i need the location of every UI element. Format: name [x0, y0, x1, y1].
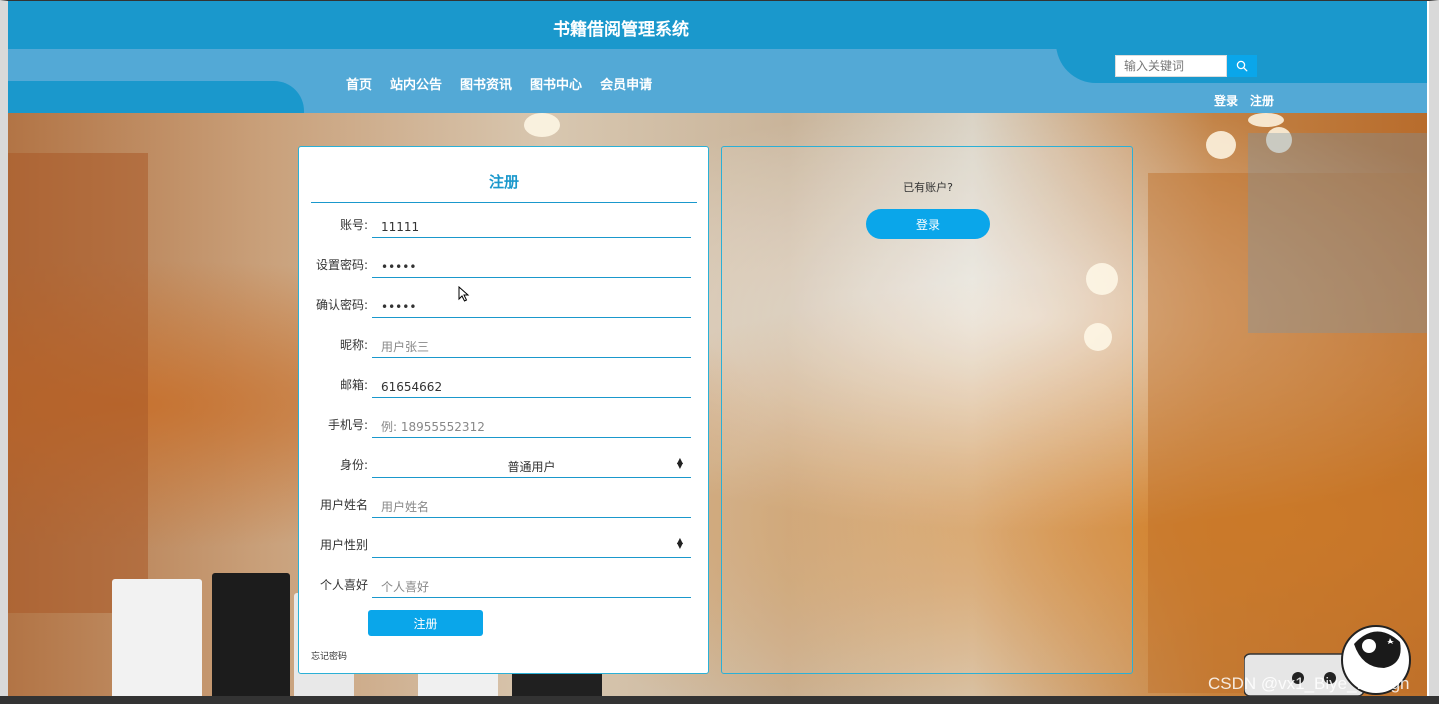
- confirm-password-input[interactable]: [372, 288, 691, 318]
- form-row-identity: 身份: 普通用户 ▲ ▼: [299, 448, 710, 488]
- search-input[interactable]: [1115, 55, 1227, 77]
- form-row-password: 设置密码:: [299, 248, 710, 288]
- gender-label: 用户性别: [319, 538, 368, 552]
- email-label: 邮箱:: [339, 378, 368, 392]
- search-box: [1115, 55, 1257, 77]
- site-title: 书籍借阅管理系统: [553, 20, 689, 40]
- password-input[interactable]: [372, 248, 691, 278]
- register-button[interactable]: 注册: [368, 610, 483, 636]
- header-register-link[interactable]: 注册: [1250, 92, 1274, 109]
- identity-label: 身份:: [339, 458, 368, 472]
- hobby-input[interactable]: [372, 568, 691, 598]
- header-top-bar: 书籍借阅管理系统: [8, 1, 1427, 49]
- nickname-input[interactable]: [372, 328, 691, 358]
- bokeh-light: [1206, 131, 1236, 159]
- form-row-gender: 用户性别 ▲ ▼: [299, 528, 710, 568]
- auth-links: 登录 注册: [1214, 92, 1274, 109]
- register-title: 注册: [311, 171, 697, 203]
- confirm-password-label: 确认密码:: [315, 298, 368, 312]
- nav-book-news[interactable]: 图书资讯: [460, 74, 512, 93]
- window-bottom-bar: [0, 696, 1439, 704]
- have-account-prompt: 已有账户?: [903, 181, 953, 194]
- forgot-password-link[interactable]: 忘记密码: [311, 649, 347, 662]
- real-name-label: 用户姓名: [319, 498, 368, 512]
- gender-select[interactable]: ▲ ▼: [372, 528, 691, 558]
- mouse-cursor-icon: [458, 286, 470, 302]
- phone-label: 手机号:: [327, 418, 368, 432]
- header-login-link[interactable]: 登录: [1214, 92, 1238, 109]
- main-nav: 首页 站内公告 图书资讯 图书中心 会员申请: [346, 74, 652, 93]
- phone-input[interactable]: [372, 408, 691, 438]
- form-row-hobby: 个人喜好: [299, 568, 710, 608]
- bokeh-light: [524, 113, 560, 137]
- form-row-real-name: 用户姓名: [299, 488, 710, 528]
- form-row-phone: 手机号:: [299, 408, 710, 448]
- search-icon: [1236, 60, 1248, 72]
- form-row-nickname: 昵称:: [299, 328, 710, 368]
- login-panel: 已有账户? 登录: [721, 146, 1133, 674]
- identity-selected-value: 普通用户: [507, 460, 556, 474]
- bookshelf-left: [8, 153, 148, 613]
- nav-announcements[interactable]: 站内公告: [390, 74, 442, 93]
- nav-book-center[interactable]: 图书中心: [530, 74, 582, 93]
- form-row-confirm-password: 确认密码:: [299, 288, 710, 328]
- background-library-photo: [8, 113, 1427, 696]
- nav-home[interactable]: 首页: [346, 74, 372, 93]
- hobby-label: 个人喜好: [319, 578, 368, 592]
- select-arrows-icon: ▲ ▼: [676, 456, 683, 470]
- account-input[interactable]: [372, 208, 691, 238]
- login-button[interactable]: 登录: [866, 209, 990, 239]
- email-input[interactable]: [372, 368, 691, 398]
- register-card: 注册 账号: 设置密码: 确认密码: 昵称: 邮箱: 手机号: 身份: 普通用户…: [298, 146, 709, 674]
- nickname-label: 昵称:: [339, 338, 368, 352]
- select-arrows-icon: ▲ ▼: [676, 536, 683, 550]
- nav-decoration-left: [8, 81, 304, 113]
- header-nav-bar: 首页 站内公告 图书资讯 图书中心 会员申请 登录 注册: [8, 49, 1427, 113]
- form-row-email: 邮箱:: [299, 368, 710, 408]
- nav-member-apply[interactable]: 会员申请: [600, 74, 652, 93]
- search-button[interactable]: [1227, 55, 1257, 77]
- form-row-account: 账号:: [299, 208, 710, 248]
- bookshelf-books-right: [1248, 133, 1427, 333]
- csdn-watermark: CSDN @vx1_Biye_Design: [1208, 674, 1410, 693]
- real-name-input[interactable]: [372, 488, 691, 518]
- account-label: 账号:: [339, 218, 368, 232]
- password-label: 设置密码:: [315, 258, 368, 272]
- identity-select[interactable]: 普通用户 ▲ ▼: [372, 448, 691, 478]
- bokeh-light: [1248, 113, 1284, 127]
